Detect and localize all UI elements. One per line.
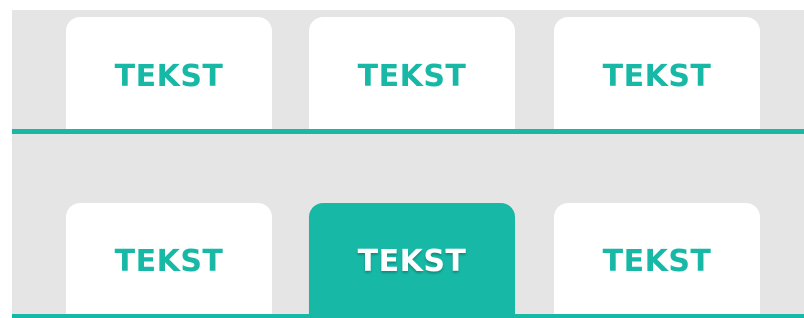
tab-1[interactable]: TEKST xyxy=(66,17,272,129)
tab-bar-underline xyxy=(12,314,804,318)
tab-label: TEKST xyxy=(602,244,712,279)
tab-2[interactable]: TEKST xyxy=(309,17,515,129)
tab-label: TEKST xyxy=(357,244,467,279)
tab-label: TEKST xyxy=(114,58,224,94)
tab-bar-default: TEKST TEKST TEKST xyxy=(12,10,804,136)
tab-bar-with-active: TEKST TEKST TEKST xyxy=(12,202,804,318)
tab-label: TEKST xyxy=(114,244,224,279)
tab-bar-underline xyxy=(12,129,804,134)
tab-2-active[interactable]: TEKST xyxy=(309,203,515,314)
tab-label: TEKST xyxy=(357,58,467,94)
tab-label: TEKST xyxy=(602,58,712,94)
tab-1[interactable]: TEKST xyxy=(66,203,272,314)
tab-3[interactable]: TEKST xyxy=(554,203,760,314)
tab-3[interactable]: TEKST xyxy=(554,17,760,129)
tab-demo-panel: TEKST TEKST TEKST TEKST TEKST TEKST xyxy=(12,10,804,318)
